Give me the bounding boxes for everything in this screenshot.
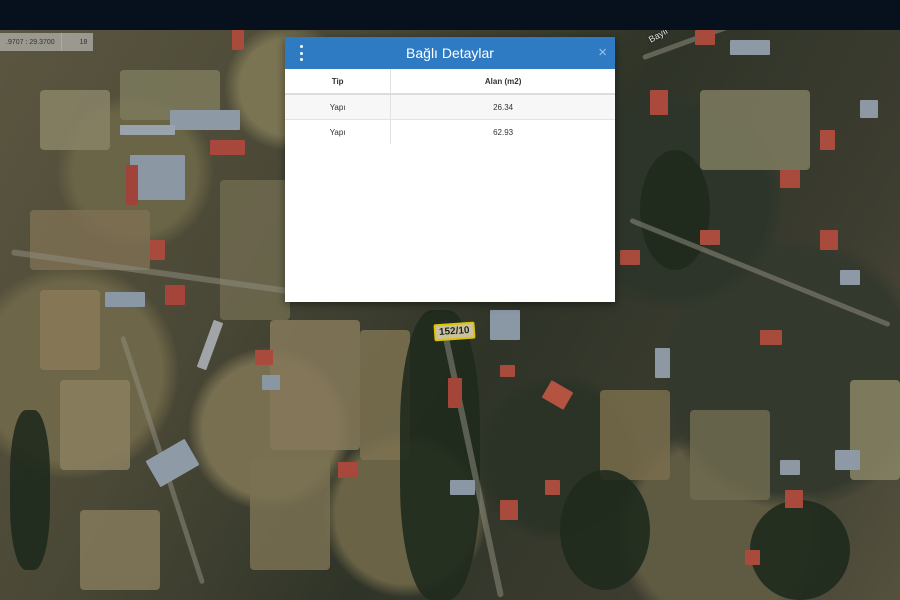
field xyxy=(690,410,770,500)
cell-tip: Yapı xyxy=(285,93,391,120)
coordinate-value: .9707 : 29.3700 xyxy=(6,38,55,46)
cell-alan: 62.93 xyxy=(390,119,615,144)
forest xyxy=(640,150,710,270)
details-table: Tip Alan (m2) Yapı 26.34 Yapı 62.93 xyxy=(285,69,615,144)
details-dialog: Bağlı Detaylar × Tip Alan (m2) Yapı 26.3… xyxy=(285,37,615,302)
cell-alan: 26.34 xyxy=(390,93,615,120)
table-header-row: Tip Alan (m2) xyxy=(285,69,615,95)
building xyxy=(448,378,462,408)
zoom-level: 18 xyxy=(79,38,88,46)
building xyxy=(760,330,782,345)
building xyxy=(695,30,715,45)
building xyxy=(730,40,770,55)
building xyxy=(232,30,244,50)
top-bar xyxy=(0,0,900,30)
field xyxy=(80,510,160,590)
building xyxy=(145,438,200,488)
street-label: Bayır xyxy=(646,30,671,45)
building xyxy=(655,348,670,378)
field xyxy=(600,390,670,480)
forest xyxy=(10,410,50,570)
building xyxy=(780,170,800,188)
building xyxy=(835,450,860,470)
building xyxy=(338,462,358,478)
field xyxy=(700,90,810,170)
parcel-label[interactable]: 152/10 xyxy=(433,321,476,342)
building xyxy=(541,380,574,410)
building xyxy=(165,285,185,305)
building xyxy=(780,460,800,475)
building xyxy=(840,270,860,285)
building xyxy=(500,365,515,377)
building xyxy=(130,155,185,200)
field xyxy=(40,90,110,150)
building xyxy=(650,90,668,115)
kebab-menu-icon[interactable] xyxy=(295,45,307,61)
building xyxy=(785,490,803,508)
cell-tip: Yapı xyxy=(285,119,391,144)
table-row[interactable]: Yapı 26.34 xyxy=(285,93,615,120)
close-icon[interactable]: × xyxy=(598,44,607,61)
column-header-tip[interactable]: Tip xyxy=(285,69,391,95)
building xyxy=(150,240,165,260)
building xyxy=(262,375,280,390)
building xyxy=(500,500,518,520)
building xyxy=(860,100,878,118)
field xyxy=(220,180,290,320)
coordinate-display: .9707 : 29.3700 18 xyxy=(0,33,94,51)
building xyxy=(105,292,145,307)
field xyxy=(250,460,330,570)
building xyxy=(255,350,273,365)
building xyxy=(210,140,245,155)
dialog-header: Bağlı Detaylar × xyxy=(285,37,615,69)
building xyxy=(820,130,835,150)
building xyxy=(170,110,240,130)
building xyxy=(745,550,760,565)
building xyxy=(490,310,520,340)
building xyxy=(196,319,224,371)
building xyxy=(820,230,838,250)
building xyxy=(620,250,640,265)
table-row[interactable]: Yapı 62.93 xyxy=(285,119,615,144)
building xyxy=(450,480,475,495)
column-header-alan[interactable]: Alan (m2) xyxy=(390,69,615,95)
building xyxy=(120,125,175,135)
forest xyxy=(750,500,850,600)
divider xyxy=(60,33,74,51)
field xyxy=(60,380,130,470)
building xyxy=(126,165,138,205)
dialog-title: Bağlı Detaylar xyxy=(406,45,494,61)
field xyxy=(270,320,360,450)
forest xyxy=(560,470,650,590)
building xyxy=(545,480,560,495)
field xyxy=(40,290,100,370)
building xyxy=(700,230,720,245)
